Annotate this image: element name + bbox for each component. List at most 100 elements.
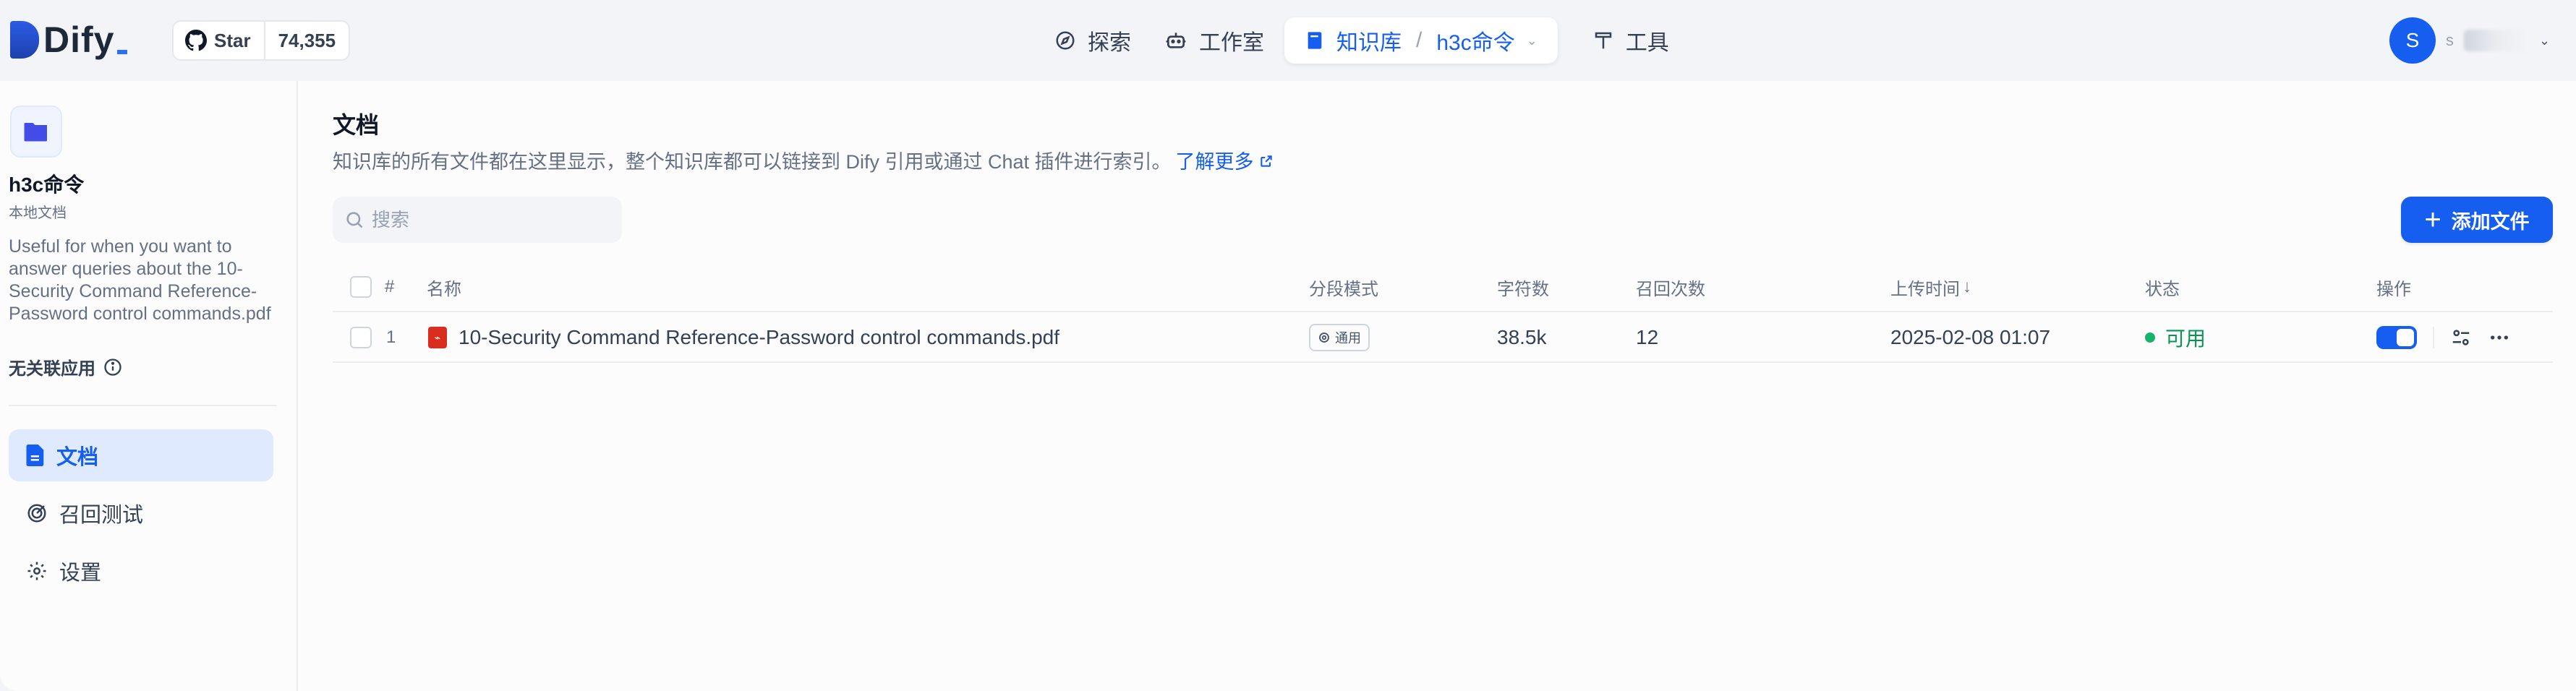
page-subtitle: 知识库的所有文件都在这里显示，整个知识库都可以链接到 Dify 引用或通过 Ch… xyxy=(333,146,1274,174)
dataset-description: Useful for when you want to answer queri… xyxy=(9,236,271,324)
page-title: 文档 xyxy=(333,112,380,138)
sidebar-item-documents[interactable]: 文档 xyxy=(9,429,273,481)
hammer-icon xyxy=(1595,32,1612,49)
settings-sliders-icon[interactable] xyxy=(2450,327,2472,348)
sidebar-menu: 文档 召回测试 设置 xyxy=(9,429,273,603)
documents-table: # 名称 分段模式 字符数 召回次数 上传时间 ↓ 状态 操作 1 ⌁ 10-S… xyxy=(333,262,2553,363)
info-icon[interactable] xyxy=(103,357,123,377)
plus-icon: + xyxy=(2424,204,2441,236)
actions-divider xyxy=(2433,327,2434,348)
sidebar-item-retrieval-test[interactable]: 召回测试 xyxy=(9,487,273,539)
logo-mark xyxy=(10,21,39,59)
header-actions: 操作 xyxy=(2376,279,2411,299)
add-file-label: 添加文件 xyxy=(2451,210,2530,233)
dataset-type: 本地文档 xyxy=(9,205,67,221)
select-all-checkbox[interactable] xyxy=(350,276,372,298)
top-header: Dify Star 74,355 探索 工作室 知识库 / h3c命令 ⌄ 工具… xyxy=(0,0,2576,81)
user-name-prefix: s xyxy=(2445,31,2454,49)
row-checkbox-cell xyxy=(350,312,372,363)
sort-arrow-icon: ↓ xyxy=(1963,277,1971,296)
status-badge: 可用 xyxy=(2165,327,2206,350)
header-name: 名称 xyxy=(427,279,461,299)
header-chars: 字符数 xyxy=(1497,279,1549,299)
nav-knowledge[interactable]: 知识库 / h3c命令 ⌄ xyxy=(1284,17,1558,64)
nav-knowledge-label: 知识库 xyxy=(1336,31,1402,55)
github-icon xyxy=(185,30,207,51)
add-file-button[interactable]: + 添加文件 xyxy=(2401,197,2553,243)
learn-more-label: 了解更多 xyxy=(1175,151,1254,173)
chevron-down-icon[interactable]: ⌄ xyxy=(2539,33,2550,48)
row-chars: 38.5k xyxy=(1497,326,1547,348)
header-upload-time[interactable]: 上传时间 ↓ xyxy=(1890,262,1971,312)
gear-icon xyxy=(27,562,46,580)
nav-explore-label: 探索 xyxy=(1088,31,1131,55)
table-row[interactable]: 1 ⌁ 10-Security Command Reference-Passwo… xyxy=(333,312,2553,363)
row-mode-cell: 通用 xyxy=(1309,312,1370,363)
header-index: # xyxy=(385,277,395,296)
target-icon xyxy=(27,504,46,523)
github-star-button[interactable]: Star xyxy=(174,22,265,59)
breadcrumb-separator: / xyxy=(1416,28,1423,52)
row-checkbox[interactable] xyxy=(350,327,372,348)
nav-studio-label: 工作室 xyxy=(1199,31,1264,55)
header-mode: 分段模式 xyxy=(1309,279,1378,299)
nav-explore[interactable]: 探索 xyxy=(1041,17,1144,64)
row-actions xyxy=(2376,312,2511,363)
avatar[interactable]: S xyxy=(2389,17,2436,64)
dify-logo[interactable]: Dify xyxy=(10,19,128,61)
dataset-name: h3c命令 xyxy=(9,173,85,196)
sidebar-item-settings[interactable]: 设置 xyxy=(9,545,273,597)
related-apps: 无关联应用 xyxy=(9,354,123,379)
compass-icon xyxy=(1056,31,1075,50)
status-dot xyxy=(2145,332,2155,343)
sidebar-item-label: 设置 xyxy=(59,562,102,585)
search-input[interactable] xyxy=(372,208,603,231)
external-link-icon xyxy=(1261,155,1272,167)
segment-mode-badge: 通用 xyxy=(1309,324,1370,351)
main-nav: 探索 工作室 知识库 / h3c命令 ⌄ 工具 xyxy=(1041,16,1682,65)
header-upload-time-label: 上传时间 xyxy=(1890,279,1960,299)
row-index: 1 xyxy=(386,327,396,347)
search-box[interactable] xyxy=(333,197,622,243)
github-star-label: Star xyxy=(214,29,251,51)
related-apps-label: 无关联应用 xyxy=(9,359,95,379)
logo-text: Dify xyxy=(43,20,115,60)
sidebar-item-label: 文档 xyxy=(56,446,99,469)
subtitle-text: 知识库的所有文件都在这里显示，整个知识库都可以链接到 Dify 引用或通过 Ch… xyxy=(333,151,1172,173)
row-name: 10-Security Command Reference-Password c… xyxy=(459,326,1060,348)
chevron-down-icon[interactable]: ⌄ xyxy=(1527,33,1538,48)
sidebar-item-label: 召回测试 xyxy=(59,504,144,527)
table-header-row: # 名称 分段模式 字符数 召回次数 上传时间 ↓ 状态 操作 xyxy=(333,262,2553,312)
more-horizontal-icon[interactable] xyxy=(2488,326,2511,349)
search-icon xyxy=(346,212,363,228)
book-icon xyxy=(1308,32,1322,49)
row-status: 可用 xyxy=(2145,312,2206,363)
learn-more-link[interactable]: 了解更多 xyxy=(1176,146,1274,174)
nav-tools[interactable]: 工具 xyxy=(1579,17,1682,64)
header-hits: 召回次数 xyxy=(1636,279,1705,299)
robot-icon xyxy=(1166,33,1186,48)
logo-underscore xyxy=(117,50,128,54)
row-upload-time: 2025-02-08 01:07 xyxy=(1890,326,2051,348)
nav-tools-label: 工具 xyxy=(1625,31,1669,55)
sidebar-divider xyxy=(9,405,276,406)
sidebar: h3c命令 本地文档 Useful for when you want to a… xyxy=(0,81,298,691)
folder-icon xyxy=(24,123,47,142)
github-star-count[interactable]: 74,355 xyxy=(265,22,349,59)
nav-studio[interactable]: 工作室 xyxy=(1151,17,1277,64)
document-icon xyxy=(26,445,44,466)
row-name-cell[interactable]: ⌁ 10-Security Command Reference-Password… xyxy=(428,312,1059,363)
enable-toggle[interactable] xyxy=(2376,326,2417,349)
row-hits: 12 xyxy=(1636,326,1659,348)
app-root: Dify Star 74,355 探索 工作室 知识库 / h3c命令 ⌄ 工具… xyxy=(0,0,2576,691)
segment-mode-label: 通用 xyxy=(1335,331,1361,346)
pdf-file-icon: ⌁ xyxy=(428,327,447,348)
user-menu[interactable]: S s ⌄ xyxy=(2389,16,2550,65)
user-name-blurred xyxy=(2463,30,2529,51)
main-content: 文档 知识库的所有文件都在这里显示，整个知识库都可以链接到 Dify 引用或通过… xyxy=(298,81,2576,691)
dataset-icon xyxy=(10,106,62,158)
github-star-widget[interactable]: Star 74,355 xyxy=(172,20,351,61)
header-status: 状态 xyxy=(2145,279,2180,299)
dataset-switch-label[interactable]: h3c命令 xyxy=(1436,25,1514,56)
gear-icon xyxy=(1319,332,1329,343)
